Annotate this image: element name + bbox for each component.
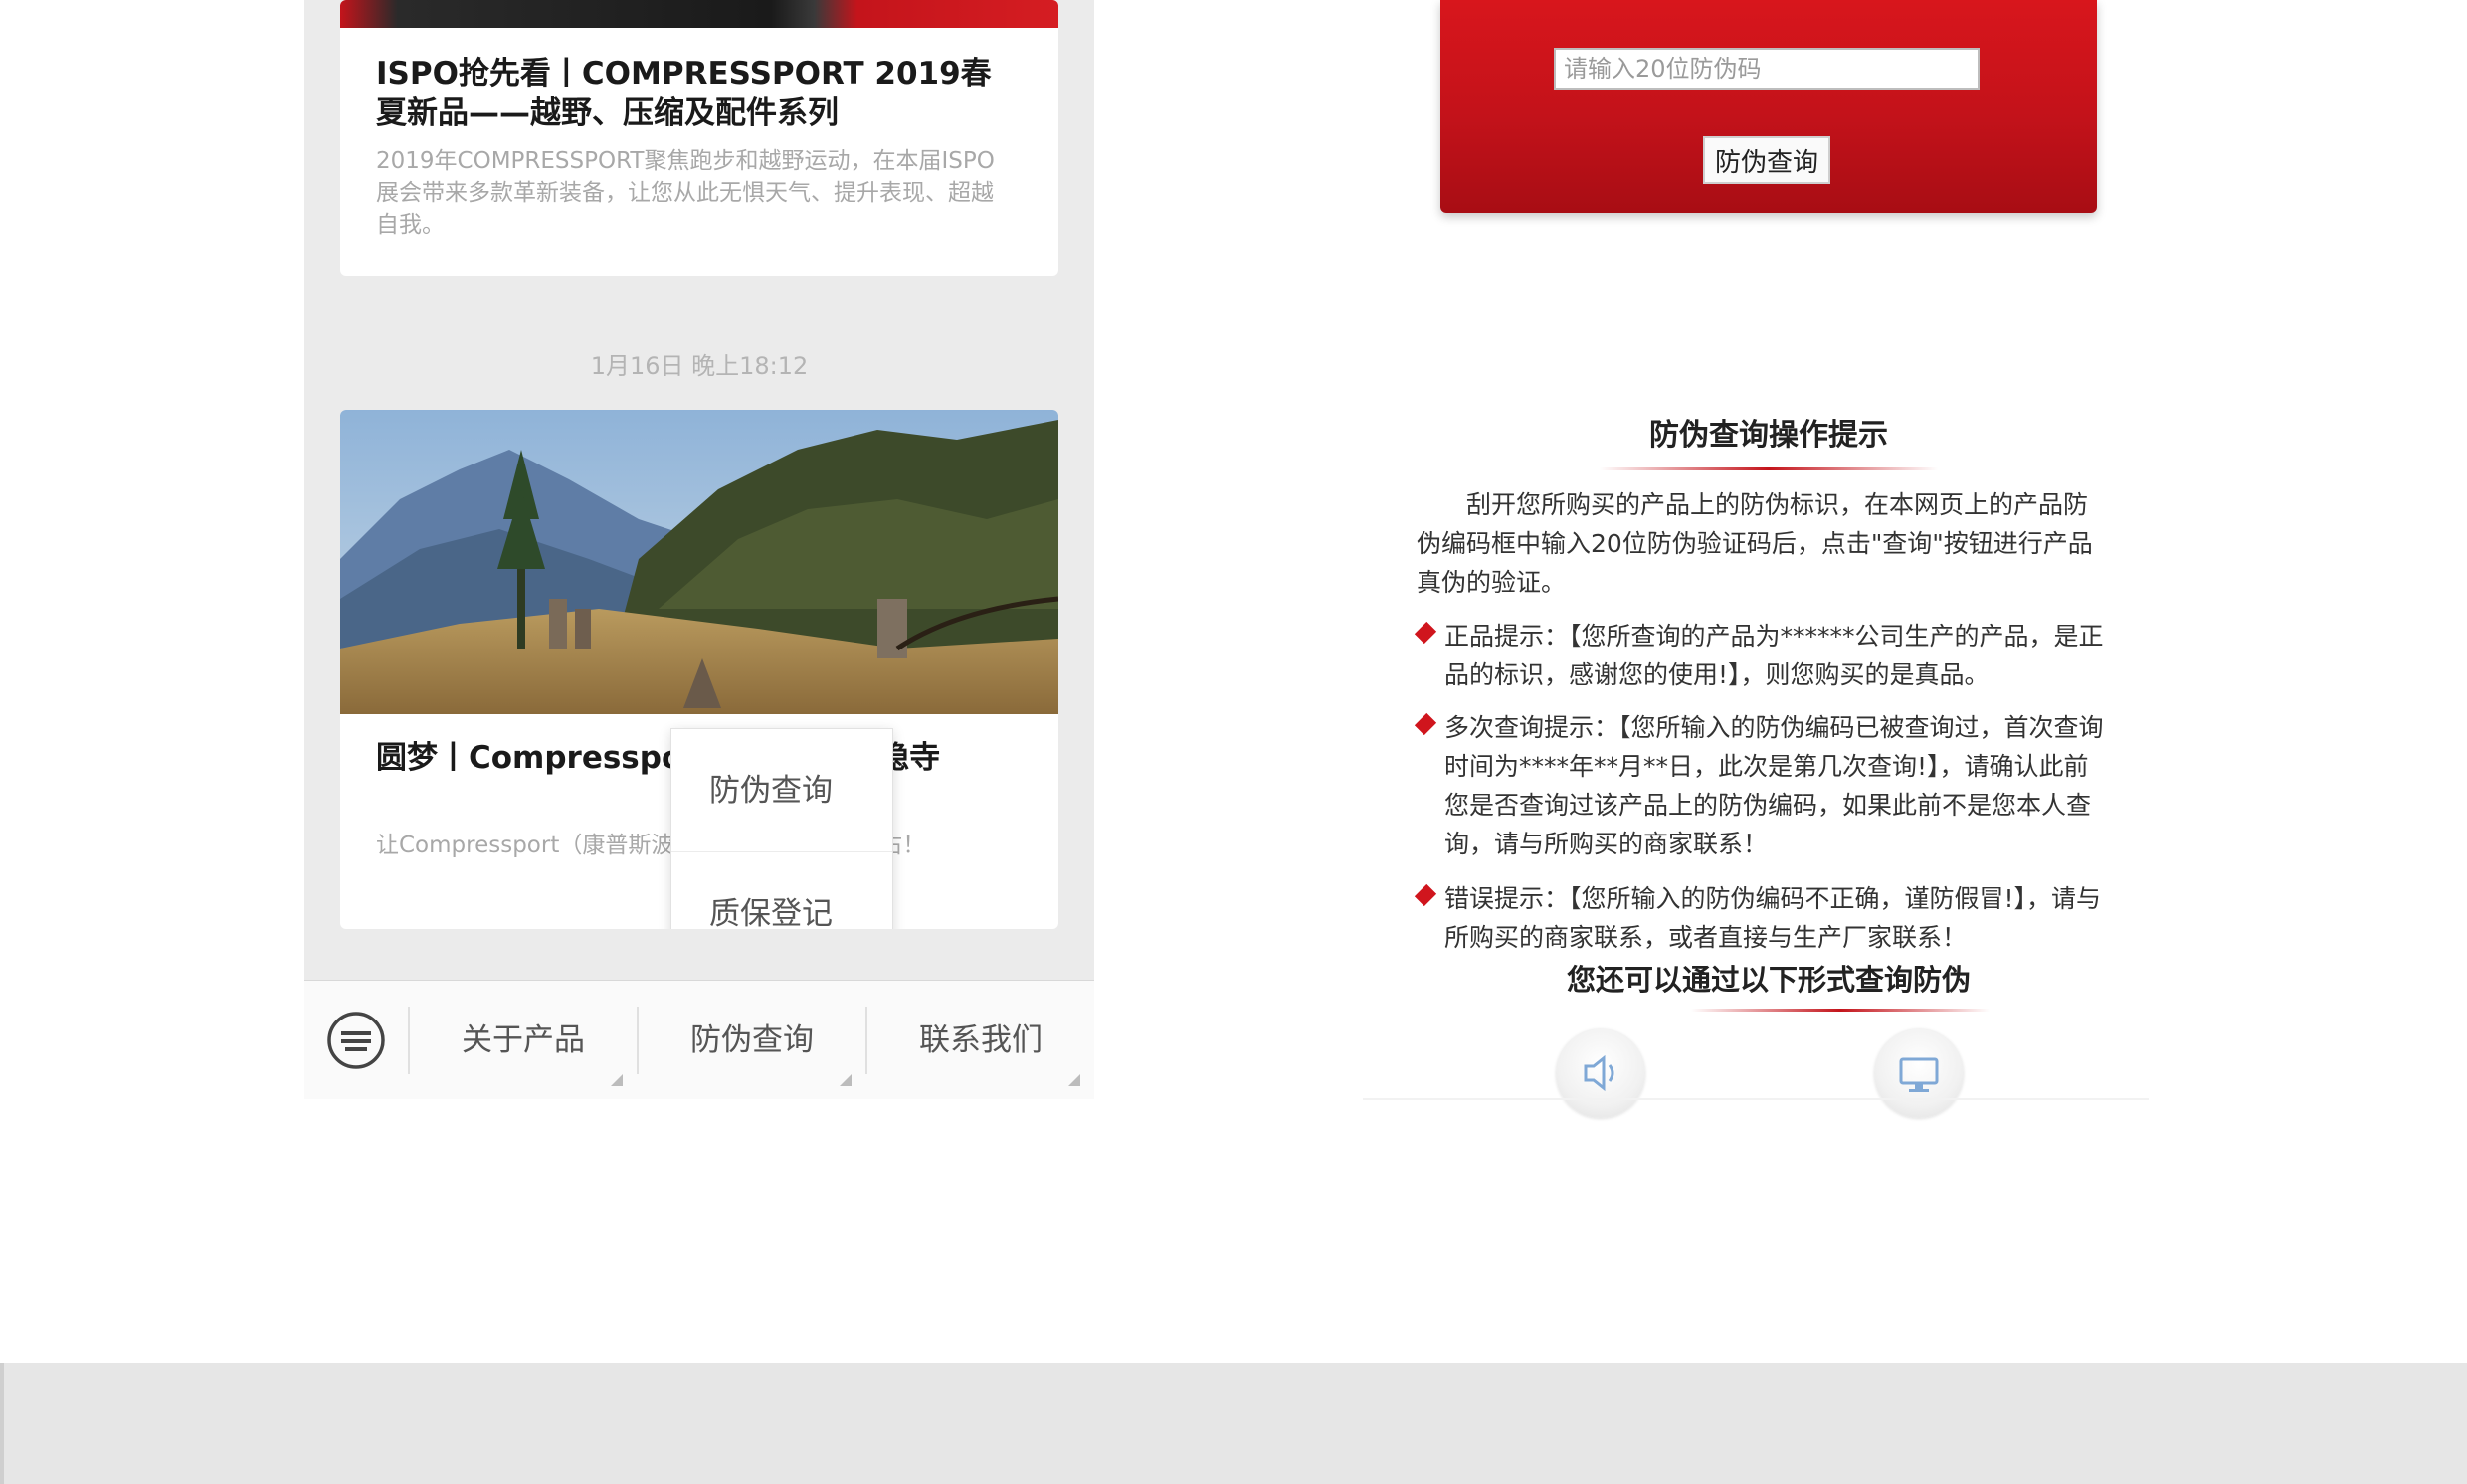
footer-band-edge bbox=[0, 1363, 4, 1484]
menu-item-label: 关于产品 bbox=[462, 1022, 585, 1058]
menu-item-label: 联系我们 bbox=[919, 1022, 1043, 1058]
article-summary: 2019年COMPRESSPORT聚焦跑步和越野运动，在本届ISPO展会带来多款… bbox=[376, 148, 995, 238]
menu-item-contact-us[interactable]: 联系我们 bbox=[867, 981, 1094, 1099]
security-code-input[interactable] bbox=[1554, 48, 1980, 90]
menu-item-about-products[interactable]: 关于产品 bbox=[410, 981, 637, 1099]
article-card[interactable]: 圆梦丨Compressport——寻隐·栖隐寺 让Compressport（康普… bbox=[340, 410, 1058, 929]
footer-band bbox=[0, 1363, 2467, 1484]
article-cover-image bbox=[340, 0, 1058, 28]
message-timestamp: 1月16日 晚上18:12 bbox=[590, 352, 809, 380]
speaker-icon bbox=[1584, 1054, 1614, 1092]
alternative-query-heading: 您还可以通过以下形式查询防伪 bbox=[1566, 963, 1971, 997]
web-query-button[interactable] bbox=[1874, 1028, 1964, 1118]
diamond-bullet-icon bbox=[1414, 621, 1437, 645]
tip-error: 错误提示：【您所输入的防伪编码不正确，谨防假冒!】，请与所购买的商家联系，或者直… bbox=[1414, 879, 2113, 957]
tip-repeated-query: 多次查询提示：【您所输入的防伪编码已被查询过，首次查询时间为****年**月**… bbox=[1414, 708, 2113, 863]
submenu-popup: 防伪查询 质保登记 bbox=[670, 728, 893, 929]
submenu-item-warranty-registration[interactable]: 质保登记 bbox=[671, 852, 892, 929]
keyboard-icon bbox=[327, 1012, 385, 1069]
submenu-indicator-icon bbox=[840, 1074, 852, 1086]
divider bbox=[1691, 1009, 1990, 1012]
divider bbox=[1600, 467, 1938, 470]
submenu-item-anti-counterfeit[interactable]: 防伪查询 bbox=[671, 729, 892, 852]
divider bbox=[1363, 1098, 2149, 1100]
submenu-indicator-icon bbox=[1068, 1074, 1080, 1086]
verify-button[interactable]: 防伪查询 bbox=[1703, 136, 1830, 184]
voice-query-button[interactable] bbox=[1556, 1028, 1645, 1118]
tip-text: 多次查询提示：【您所输入的防伪编码已被查询过，首次查询时间为****年**月**… bbox=[1444, 713, 2104, 858]
submenu-indicator-icon bbox=[611, 1074, 623, 1086]
wechat-account-screen: ISPO抢先看丨COMPRESSPORT 2019春夏新品——越野、压缩及配件系… bbox=[304, 0, 1094, 1099]
menu-item-anti-counterfeit[interactable]: 防伪查询 bbox=[639, 981, 865, 1099]
diamond-bullet-icon bbox=[1414, 883, 1437, 907]
bottom-menu-bar: 关于产品 防伪查询 联系我们 bbox=[304, 980, 1094, 1099]
menu-item-label: 防伪查询 bbox=[690, 1022, 814, 1058]
anti-counterfeit-query-panel: 防伪查询 bbox=[1440, 0, 2097, 213]
tips-heading: 防伪查询操作提示 bbox=[1649, 418, 1888, 453]
tip-text: 正品提示：【您所查询的产品为******公司生产的产品，是正品的标识，感谢您的使… bbox=[1444, 622, 2104, 689]
diamond-bullet-icon bbox=[1414, 712, 1437, 736]
tips-intro-text: 刮开您所购买的产品上的防伪标识，在本网页上的产品防伪编码框中输入20位防伪验证码… bbox=[1417, 490, 2093, 597]
tip-genuine: 正品提示：【您所查询的产品为******公司生产的产品，是正品的标识，感谢您的使… bbox=[1414, 617, 2113, 694]
article-cover-image bbox=[340, 410, 1058, 714]
article-title: ISPO抢先看丨COMPRESSPORT 2019春夏新品——越野、压缩及配件系… bbox=[376, 56, 992, 131]
tip-text: 错误提示：【您所输入的防伪编码不正确，谨防假冒!】，请与所购买的商家联系，或者直… bbox=[1444, 884, 2102, 952]
monitor-icon bbox=[1899, 1057, 1939, 1092]
article-card[interactable]: ISPO抢先看丨COMPRESSPORT 2019春夏新品——越野、压缩及配件系… bbox=[340, 0, 1058, 276]
keyboard-toggle-button[interactable] bbox=[326, 1011, 386, 1070]
